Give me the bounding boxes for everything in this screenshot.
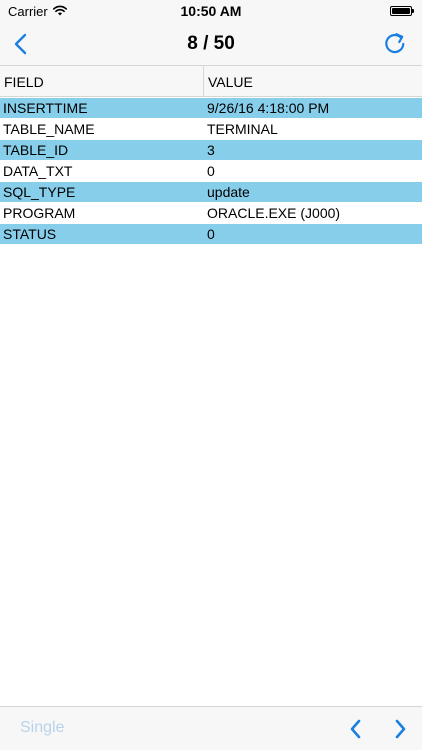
refresh-button[interactable] [382,31,408,57]
table-body: INSERTTIME 9/26/16 4:18:00 PM TABLE_NAME… [0,98,422,245]
column-divider [203,66,204,96]
row-field: SQL_TYPE [3,184,76,200]
chevron-right-icon [395,719,406,739]
row-value: 3 [207,142,215,158]
row-value: ORACLE.EXE (J000) [207,205,341,221]
previous-button[interactable] [346,717,366,741]
chevron-left-icon [350,719,361,739]
table-row[interactable]: TABLE_NAME TERMINAL [0,119,422,140]
table-header: FIELD VALUE [0,66,422,97]
row-field: TABLE_ID [3,142,69,158]
table-row[interactable]: DATA_TXT 0 [0,161,422,182]
row-field: STATUS [3,226,57,242]
next-button[interactable] [390,717,410,741]
table-row[interactable]: PROGRAM ORACLE.EXE (J000) [0,203,422,224]
row-field: INSERTTIME [3,100,88,116]
table-row[interactable]: TABLE_ID 3 [0,140,422,161]
battery-level [392,8,410,14]
status-time: 10:50 AM [180,3,242,19]
row-field: TABLE_NAME [3,121,95,137]
row-value: 0 [207,226,215,242]
refresh-icon [385,33,405,54]
bottom-toolbar: Single [0,706,422,750]
table-row[interactable]: SQL_TYPE update [0,182,422,203]
header-value: VALUE [208,74,253,90]
table-row[interactable]: INSERTTIME 9/26/16 4:18:00 PM [0,98,422,119]
row-value: update [207,184,250,200]
row-field: DATA_TXT [3,163,73,179]
row-value: 0 [207,163,215,179]
single-button[interactable]: Single [20,719,64,737]
row-field: PROGRAM [3,205,76,221]
status-bar: Carrier 10:50 AM [0,0,422,22]
row-value: 9/26/16 4:18:00 PM [207,100,330,116]
table-row[interactable]: STATUS 0 [0,224,422,245]
header-field: FIELD [4,74,44,90]
screen: Carrier 10:50 AM 8 / 50 FIELD VALUE INSE… [0,0,422,750]
nav-bar: 8 / 50 [0,22,422,66]
row-value: TERMINAL [207,121,278,137]
page-title: 8 / 50 [187,33,235,54]
battery-icon [390,6,414,16]
